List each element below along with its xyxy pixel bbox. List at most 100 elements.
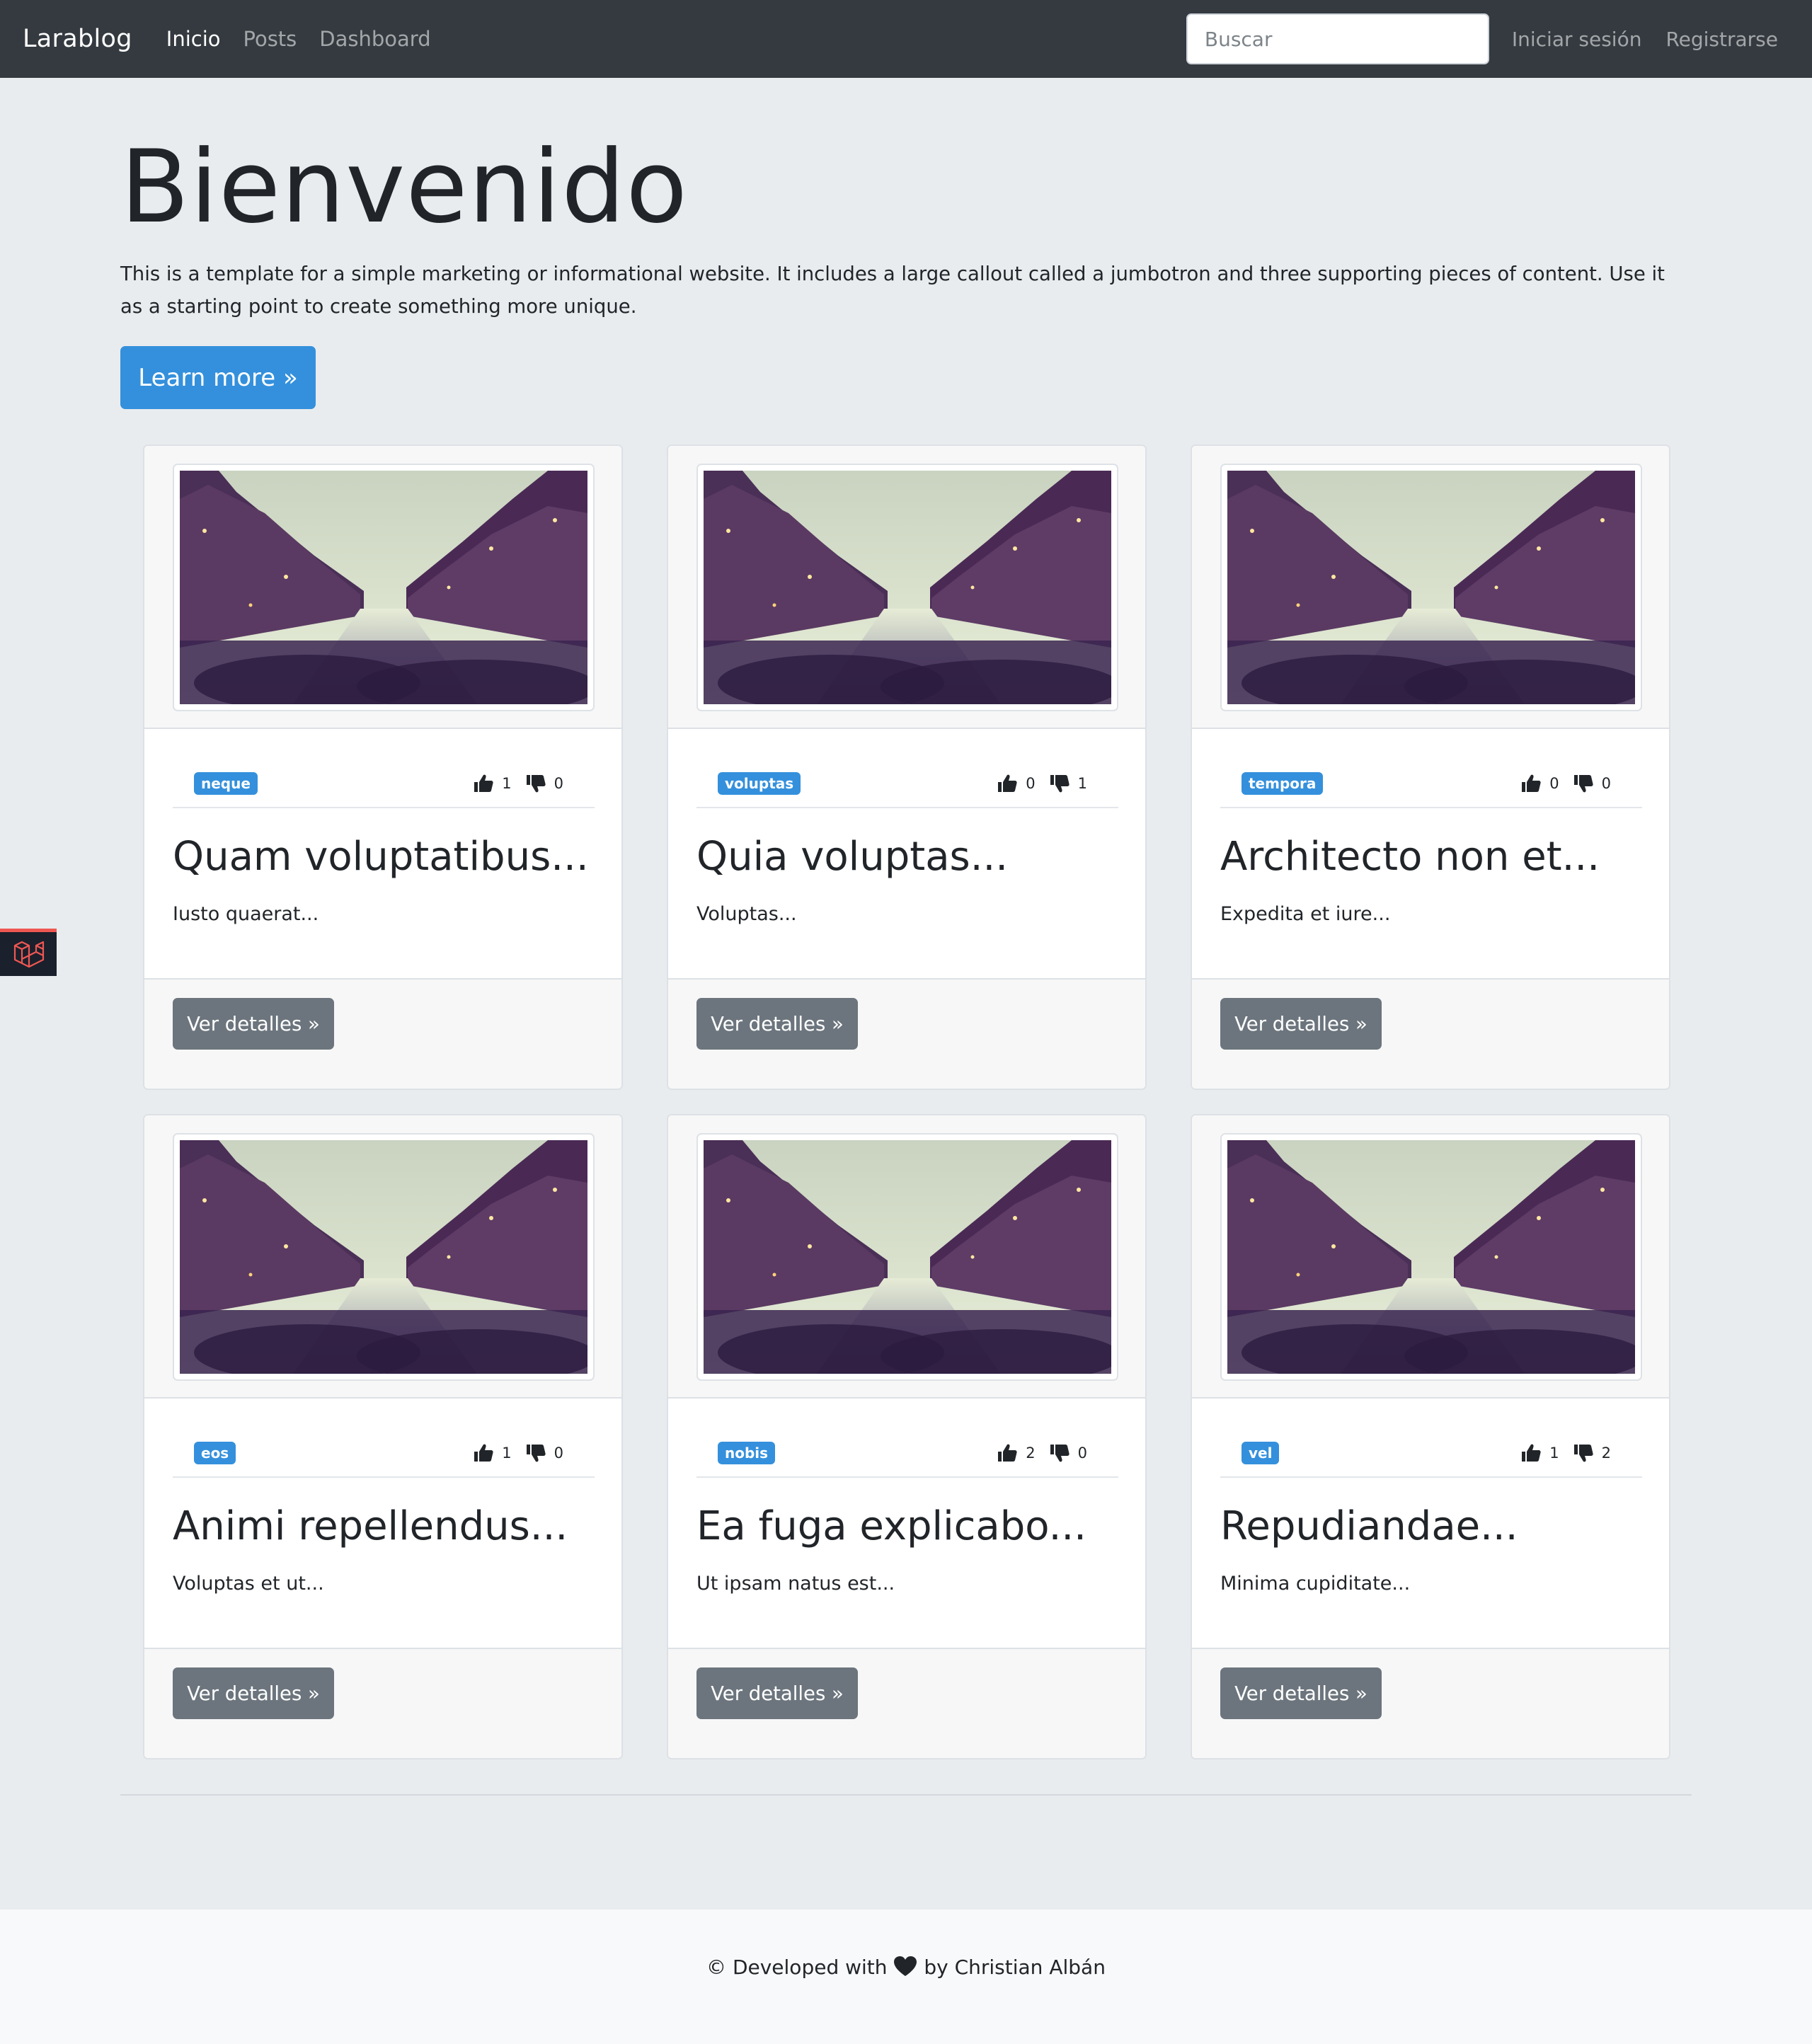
like-count: 2: [1026, 1445, 1036, 1462]
post-card: tempora 0 0 Architecto non et... Expedita et…: [1191, 444, 1670, 1090]
post-card: neque 1 0 Quam voluptatibus... Iusto quaerat…: [143, 444, 623, 1090]
vote-group: 10: [472, 1442, 569, 1464]
card-footer: Ver detalles »: [144, 978, 621, 1089]
vote-group: 00: [1520, 772, 1617, 795]
thumbs-down-icon[interactable]: [1048, 772, 1071, 795]
thumbs-up-icon[interactable]: [472, 1442, 495, 1464]
jumbotron-text: This is a template for a simple marketin…: [120, 263, 1665, 318]
search-input[interactable]: [1186, 13, 1489, 64]
view-details-button[interactable]: Ver detalles »: [173, 1667, 334, 1719]
footer-suffix: by Christian Albán: [924, 1956, 1106, 1979]
card-image-area: [1192, 1115, 1669, 1399]
post-meta: nobis 2 0: [696, 1421, 1118, 1478]
thumbs-down-icon[interactable]: [1572, 772, 1595, 795]
post-title: Animi repellendus...: [173, 1503, 568, 1549]
post-card: nobis 2 0 Ea fuga explicabo... Ut ipsam natu…: [667, 1114, 1147, 1759]
post-title: Quam voluptatibus...: [173, 834, 589, 880]
post-meta: vel 1 2: [1220, 1421, 1642, 1478]
thumbs-up-icon[interactable]: [472, 772, 495, 795]
card-image-area: [144, 446, 621, 729]
thumbs-up-icon[interactable]: [996, 1442, 1019, 1464]
post-thumbnail: [1220, 464, 1642, 711]
card-image-area: [668, 446, 1145, 729]
post-excerpt: Expedita et iure...: [1220, 903, 1391, 925]
post-card: eos 1 0 Animi repellendus... Voluptas et ut.…: [143, 1114, 623, 1759]
brand-logo[interactable]: Larablog: [23, 25, 132, 53]
footer-credit: © Developed with by Christian Albán: [0, 1956, 1812, 1979]
footer-prefix: © Developed with: [706, 1956, 888, 1979]
register-link[interactable]: Registrarse: [1665, 28, 1778, 51]
thumbs-up-icon[interactable]: [1520, 772, 1542, 795]
footer: © Developed with by Christian Albán: [0, 1910, 1812, 2044]
view-details-button[interactable]: Ver detalles »: [173, 998, 334, 1050]
debugbar-tab[interactable]: [0, 929, 57, 976]
card-footer: Ver detalles »: [668, 978, 1145, 1089]
card-footer: Ver detalles »: [144, 1648, 621, 1758]
post-meta: tempora 0 0: [1220, 752, 1642, 808]
post-card: voluptas 0 1 Quia voluptas... Voluptas... Ver…: [667, 444, 1147, 1090]
post-title: Repudiandae...: [1220, 1503, 1518, 1549]
category-badge[interactable]: neque: [194, 772, 258, 795]
post-excerpt: Voluptas et ut...: [173, 1573, 324, 1595]
like-count: 0: [1549, 775, 1559, 792]
vote-group: 01: [996, 772, 1093, 795]
login-link[interactable]: Iniciar sesión: [1512, 28, 1642, 51]
like-count: 1: [502, 1445, 512, 1462]
dislike-count: 2: [1601, 1445, 1611, 1462]
vote-group: 12: [1520, 1442, 1617, 1464]
learn-more-button[interactable]: Learn more »: [120, 346, 316, 409]
view-details-button[interactable]: Ver detalles »: [696, 998, 858, 1050]
vote-group: 20: [996, 1442, 1093, 1464]
category-badge[interactable]: vel: [1242, 1442, 1280, 1464]
post-title: Quia voluptas...: [696, 834, 1009, 880]
card-image-area: [668, 1115, 1145, 1399]
dislike-count: 1: [1077, 775, 1087, 792]
post-thumbnail: [173, 1133, 595, 1381]
post-excerpt: Iusto quaerat...: [173, 903, 319, 925]
post-excerpt: Ut ipsam natus est...: [696, 1573, 895, 1595]
post-card: vel 1 2 Repudiandae... Minima cupiditate... V…: [1191, 1114, 1670, 1759]
view-details-button[interactable]: Ver detalles »: [696, 1667, 858, 1719]
dislike-count: 0: [554, 1445, 563, 1462]
vote-group: 10: [472, 772, 569, 795]
post-thumbnail: [1220, 1133, 1642, 1381]
laravel-logo-icon: [13, 941, 45, 968]
nav-link-dashboard[interactable]: Dashboard: [319, 27, 430, 51]
category-badge[interactable]: eos: [194, 1442, 236, 1464]
post-thumbnail: [696, 464, 1118, 711]
category-badge[interactable]: nobis: [718, 1442, 776, 1464]
card-footer: Ver detalles »: [668, 1648, 1145, 1758]
post-meta: voluptas 0 1: [696, 752, 1118, 808]
divider: [120, 1794, 1692, 1796]
post-title: Architecto non et...: [1220, 834, 1600, 880]
category-badge[interactable]: voluptas: [718, 772, 801, 795]
heart-icon: [894, 1956, 917, 1976]
post-title: Ea fuga explicabo...: [696, 1503, 1086, 1549]
view-details-button[interactable]: Ver detalles »: [1220, 1667, 1382, 1719]
thumbs-up-icon[interactable]: [1520, 1442, 1542, 1464]
view-details-button[interactable]: Ver detalles »: [1220, 998, 1382, 1050]
nav-link-posts[interactable]: Posts: [243, 27, 297, 51]
navbar: Larablog Inicio Posts Dashboard Iniciar …: [0, 0, 1812, 78]
dislike-count: 0: [554, 775, 563, 792]
thumbs-down-icon[interactable]: [524, 772, 547, 795]
card-footer: Ver detalles »: [1192, 1648, 1669, 1758]
card-footer: Ver detalles »: [1192, 978, 1669, 1089]
like-count: 0: [1026, 775, 1036, 792]
post-thumbnail: [696, 1133, 1118, 1381]
category-badge[interactable]: tempora: [1242, 772, 1324, 795]
thumbs-down-icon[interactable]: [1572, 1442, 1595, 1464]
like-count: 1: [1549, 1445, 1559, 1462]
nav-link-inicio[interactable]: Inicio: [166, 27, 221, 51]
thumbs-down-icon[interactable]: [1048, 1442, 1071, 1464]
thumbs-down-icon[interactable]: [524, 1442, 547, 1464]
post-meta: neque 1 0: [173, 752, 595, 808]
like-count: 1: [502, 775, 512, 792]
thumbs-up-icon[interactable]: [996, 772, 1019, 795]
post-meta: eos 1 0: [173, 1421, 595, 1478]
card-image-area: [1192, 446, 1669, 729]
dislike-count: 0: [1077, 1445, 1087, 1462]
post-excerpt: Voluptas...: [696, 903, 797, 925]
dislike-count: 0: [1601, 775, 1611, 792]
jumbotron-title: Bienvenido: [120, 129, 689, 246]
